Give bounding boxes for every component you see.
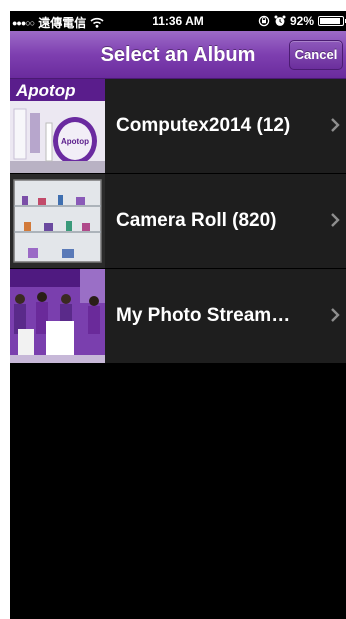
- album-thumbnail: [10, 174, 105, 268]
- status-bar: ●●●○○ 遠傳電信 11:36 AM 92%: [10, 11, 346, 31]
- album-title: Camera Roll (820): [116, 210, 277, 231]
- cancel-button[interactable]: Cancel: [289, 40, 343, 70]
- computex-booth-photo: Apotop Apotop: [10, 79, 105, 173]
- album-thumbnail: Apotop Apotop: [10, 79, 105, 173]
- album-row-camera-roll[interactable]: Camera Roll (820): [10, 174, 346, 269]
- phone-screen: ●●●○○ 遠傳電信 11:36 AM 92% Select an Album …: [10, 11, 346, 619]
- album-row-computex2014[interactable]: Apotop Apotop Computex2014 (12): [10, 79, 346, 174]
- booth-sign-text: Apotop: [61, 137, 89, 146]
- album-thumbnail: [10, 269, 105, 363]
- chevron-right-icon: [331, 118, 340, 132]
- display-case-photo: [10, 174, 105, 268]
- album-list: Apotop Apotop Computex2014 (12) Camera R…: [10, 79, 346, 364]
- battery-fill: [320, 18, 341, 24]
- album-title: Computex2014 (12): [116, 115, 291, 136]
- album-title: My Photo Stream…: [116, 305, 291, 326]
- navigation-bar: Select an Album Cancel: [10, 31, 346, 79]
- booth-crowd-photo: [10, 269, 105, 363]
- album-row-my-photo-stream[interactable]: My Photo Stream…: [10, 269, 346, 364]
- chevron-right-icon: [331, 308, 340, 322]
- battery-icon: [318, 16, 346, 26]
- alarm-clock-icon: [274, 15, 286, 26]
- rotation-lock-icon: [258, 15, 270, 27]
- battery-percentage: 92%: [289, 14, 314, 28]
- chevron-right-icon: [331, 213, 340, 227]
- booth-banner-text: Apotop: [15, 81, 75, 100]
- status-bar-right: 92%: [258, 14, 346, 28]
